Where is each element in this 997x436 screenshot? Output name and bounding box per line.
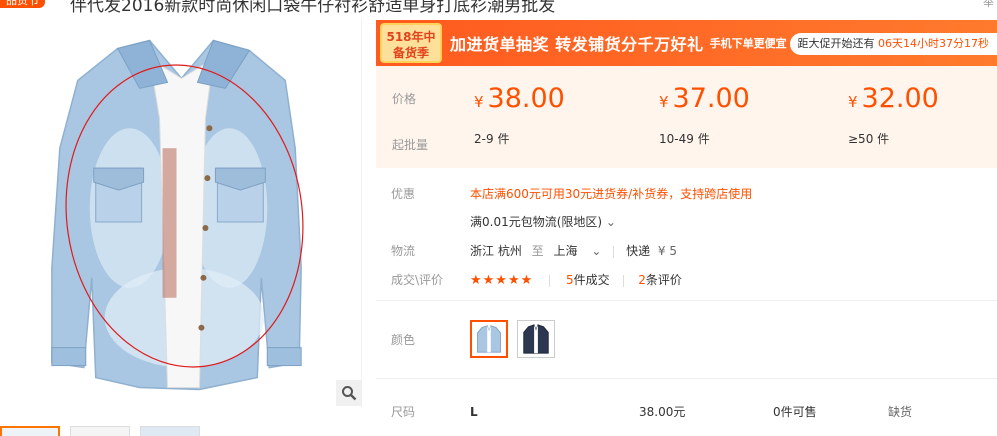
price-tier-3: ¥32.00 ≥50 件 [848,83,939,147]
countdown-prefix: 距大促开始还有 [797,37,875,50]
magnifier-icon[interactable] [336,380,362,406]
review-text: 条评价 [645,273,682,287]
event-badge-line1: 518年中 [386,30,436,44]
promo-link[interactable]: 本店满600元可用30元进货券/补货券，支持跨店使用 [470,187,752,201]
chevron-down-icon: ⌄ [605,215,616,229]
thumbnail-1[interactable] [0,426,60,436]
color-option-dark-navy[interactable] [517,320,555,358]
logistics-row: 物流 浙江 杭州 至 上海 ⌄ 快递 ¥ 5 [391,241,677,261]
deals-label: 成交\评价 [391,273,444,287]
ship-to-select[interactable]: 上海 ⌄ [554,244,602,258]
banner-subtitle: 手机下单更便宜 [709,37,787,50]
shipping-method: 快递 [626,244,651,258]
divider [623,274,625,287]
stock-status: 缺货 [888,405,913,419]
countdown-timer: 距大促开始还有 06天14小时37分17秒 [789,33,997,55]
sold-count[interactable]: 5 [566,273,574,287]
shipping-offer-text: 满0.01元包物流(限地区) [470,215,603,229]
size-row: 尺码 L 38.00元 0件可售 缺货 [391,402,991,422]
section-divider [376,378,997,379]
thumbnail-2[interactable] [70,426,130,436]
chevron-down-icon: ⌄ [591,244,602,258]
shipping-fee: ¥ 5 [657,244,677,258]
section-divider [376,300,997,301]
promo-banner[interactable]: 518年中 备货季 加进货单抽奖 转发铺货分千万好礼 手机下单更便宜 距大促开始… [376,20,997,66]
report-link[interactable]: 举 [983,0,994,10]
banner-headline: 加进货单抽奖 转发铺货分千万好礼 [450,35,704,54]
deals-row: 成交\评价 ★★★★★ 5件成交 2条评价 [391,270,682,290]
review-count[interactable]: 2 [638,273,646,287]
event-badge-line2: 备货季 [392,46,429,60]
size-available: 0件可售 [773,405,817,419]
main-product-image[interactable] [0,18,362,408]
color-option-light-blue[interactable] [470,320,508,358]
countdown-value: 06天14小时37分17秒 [878,37,989,50]
moq-label: 起批量 [392,138,429,152]
price-label: 价格 [392,92,417,106]
event-badge: 518年中 备货季 [380,23,442,63]
ship-from: 浙江 杭州 [470,244,522,258]
currency-symbol: ¥ [659,93,669,111]
price-section: 价格 起批量 ¥38.00 2-9 件 ¥37.00 10-49 件 ¥32.0… [376,66,997,168]
promo-badge: 品货节 [0,0,45,8]
price-tier-qty: 2-9 件 [474,132,510,146]
promo-label: 优惠 [391,187,416,201]
ship-to-word: 至 [531,244,544,258]
thumbnail-3[interactable] [140,426,200,436]
size-price: 38.00元 [639,405,686,419]
divider [549,274,551,287]
price-amount: 32.00 [861,83,939,114]
divider [613,245,615,258]
rating-stars: ★★★★★ [470,273,534,288]
currency-symbol: ¥ [474,93,484,111]
size-label: 尺码 [391,405,416,419]
denim-shirt-illustration [51,39,304,391]
size-name: L [470,405,478,419]
thumbnail-strip [0,426,200,436]
product-info-panel: 518年中 备货季 加进货单抽奖 转发铺货分千万好礼 手机下单更便宜 距大促开始… [376,20,997,419]
logistics-label: 物流 [391,244,416,258]
price-amount: 38.00 [487,83,565,114]
price-tier-1: ¥38.00 2-9 件 [474,83,565,147]
shipping-offer[interactable]: 满0.01元包物流(限地区) ⌄ [470,212,616,232]
currency-symbol: ¥ [848,93,858,111]
color-row: 颜色 [391,330,470,350]
price-tier-qty: ≥50 件 [848,132,890,146]
color-label: 颜色 [391,333,416,347]
sold-text: 件成交 [573,273,610,287]
promo-row: 优惠 本店满600元可用30元进货券/补货券，支持跨店使用 [391,184,752,204]
price-tier-qty: 10-49 件 [659,132,710,146]
product-title: 伴代发2016新款时尚休闲口袋牛仔衬衫舒适单身打底衫潮男批发 [70,0,556,16]
price-tier-2: ¥37.00 10-49 件 [659,83,750,147]
price-amount: 37.00 [672,83,750,114]
